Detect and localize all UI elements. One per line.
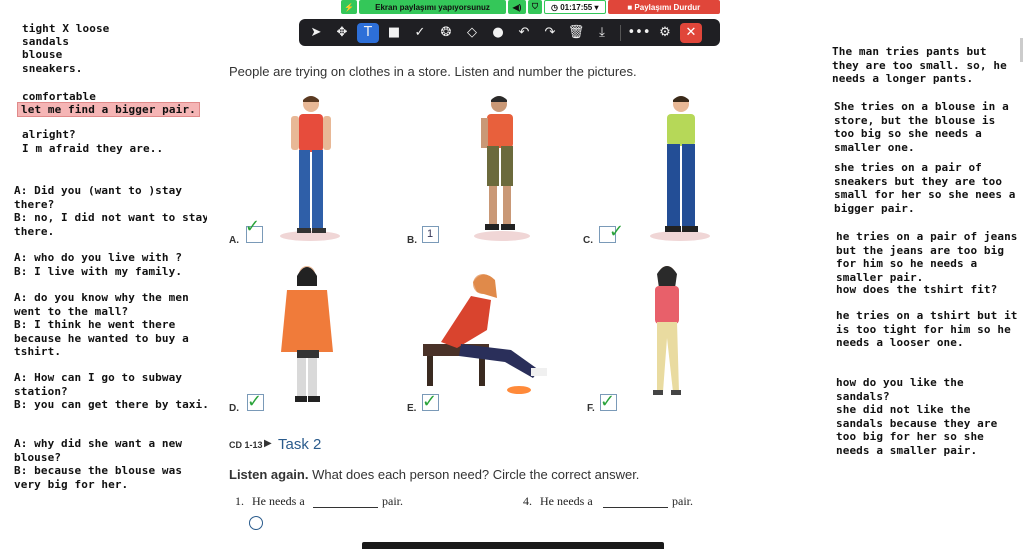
- share-timer[interactable]: ◷ 01:17:55 ▾: [543, 0, 606, 14]
- stop-sharing-button[interactable]: ■ Paylaşımı Durdur: [607, 0, 720, 14]
- note-bigger-pair-highlight: let me find a bigger pair.: [17, 102, 200, 117]
- note-tshirt-question: how does the tshirt fit?: [836, 283, 998, 296]
- q1-text-end: pair.: [382, 494, 403, 508]
- label-f: F.: [587, 403, 595, 414]
- note-pants: The man tries pants but they are too sma…: [832, 45, 1014, 85]
- check-mark-e: ✓: [422, 391, 438, 412]
- stop-icon: ■: [627, 2, 635, 12]
- check-icon[interactable]: ✓: [409, 23, 431, 43]
- worksheet-page: People are trying on clothes in a store.…: [207, 0, 826, 549]
- task-instruction: Listen again. What does each person need…: [229, 467, 639, 482]
- dot-icon[interactable]: ●: [487, 23, 509, 43]
- redo-icon[interactable]: ↷: [539, 23, 561, 43]
- check-mark-c: ✓: [609, 221, 625, 242]
- rectangle-icon[interactable]: ■: [383, 23, 405, 43]
- timer-value: 01:17:55: [560, 2, 593, 12]
- number-b: 1: [427, 228, 434, 240]
- note-dialog-blouse: A: why did she want a new blouse? B: bec…: [14, 437, 183, 491]
- figure-a-man-pants: [280, 96, 340, 241]
- note-dialog-stay: A: Did you (want to )stay there? B: no, …: [14, 184, 209, 238]
- annotation-toolbar: ➤ ✥ T ■ ✓ ❂ ◇ ● ↶ ↷ 🗑 ⤓ ••• ⚙ ✕: [299, 19, 720, 46]
- label-c: C.: [583, 235, 593, 246]
- note-sneakers-summary: she tries on a pair of sneakers but they…: [834, 161, 1023, 215]
- video-preview-strip[interactable]: [362, 542, 664, 549]
- task-instruction-rest: What does each person need? Circle the c…: [308, 467, 640, 482]
- check-mark-a: ✓: [245, 216, 261, 237]
- note-blouse-summary: She tries on a blouse in a store, but th…: [834, 100, 1016, 154]
- move-icon[interactable]: ✥: [331, 23, 353, 43]
- note-sandals-question: how do you like the sandals?: [836, 376, 971, 403]
- note-blouse: blouse: [22, 48, 63, 61]
- shield-icon[interactable]: ⛉: [528, 0, 542, 14]
- figure-d-woman-blouse: [281, 266, 333, 402]
- pointer-icon[interactable]: ➤: [305, 23, 327, 43]
- share-indicator-icon: ⚡: [341, 0, 357, 14]
- undo-icon[interactable]: ↶: [513, 23, 535, 43]
- q1-text-start: He needs a: [252, 494, 305, 508]
- note-comfortable: comfortable: [22, 90, 96, 103]
- note-sandals: sandals: [22, 35, 70, 48]
- note-afraid: I m afraid they are..: [22, 142, 164, 155]
- q4-text-start: He needs a: [540, 494, 593, 508]
- settings-icon[interactable]: ⚙: [654, 23, 676, 43]
- toolbar-divider: [620, 24, 621, 41]
- q1-blank[interactable]: [313, 507, 378, 508]
- chevron-down-icon: ▾: [592, 2, 599, 12]
- figure-b-man-shorts: [474, 96, 530, 241]
- trash-icon[interactable]: 🗑: [565, 23, 587, 43]
- q1-number: 1.: [235, 494, 244, 508]
- stop-sharing-label: Paylaşımı Durdur: [634, 2, 701, 12]
- answer-circle: [249, 516, 263, 530]
- stamp-icon[interactable]: ❂: [435, 23, 457, 43]
- check-mark-f: ✓: [600, 391, 616, 412]
- figure-e-woman-sneakers: [423, 274, 547, 394]
- screen-share-bar: ⚡ Ekran paylaşımı yapıyorsunuz ◀) ⛉ ◷ 01…: [341, 0, 720, 14]
- eraser-icon[interactable]: ◇: [461, 23, 483, 43]
- figure-f-woman-sandals: [653, 266, 681, 395]
- worksheet-instruction: People are trying on clothes in a store.…: [229, 64, 637, 79]
- note-dialog-mall: A: do you know why the men went to the m…: [14, 291, 189, 358]
- note-jeans-summary: he tries on a pair of jeans but the jean…: [836, 230, 1024, 284]
- label-b: B.: [407, 235, 417, 246]
- check-mark-d: ✓: [247, 391, 263, 412]
- clock-icon: ◷: [551, 2, 561, 12]
- label-d: D.: [229, 403, 239, 414]
- task-title: Task 2: [278, 436, 322, 453]
- figure-c-man-jeans: [650, 96, 710, 241]
- note-alright: alright?: [22, 128, 76, 141]
- play-icon: ▶: [264, 438, 272, 449]
- note-tshirt-summary: he tries on a tshirt but it is too tight…: [836, 309, 1024, 349]
- more-icon[interactable]: •••: [628, 23, 651, 43]
- download-icon[interactable]: ⤓: [591, 23, 613, 43]
- task-code: CD 1-13: [229, 440, 263, 450]
- q4-text-end: pair.: [672, 494, 693, 508]
- scrollbar[interactable]: [1020, 38, 1023, 62]
- note-sandals-summary: she did not like the sandals because the…: [836, 403, 1005, 457]
- task-instruction-bold: Listen again.: [229, 467, 309, 482]
- q4-number: 4.: [523, 494, 532, 508]
- q4-blank[interactable]: [603, 507, 668, 508]
- note-tight-loose: tight X loose: [22, 22, 110, 35]
- note-dialog-subway: A: How can I go to subway station? B: yo…: [14, 371, 209, 411]
- audio-icon[interactable]: ◀): [508, 0, 527, 14]
- text-icon[interactable]: T: [357, 22, 379, 43]
- sharing-status: Ekran paylaşımı yapıyorsunuz: [358, 0, 507, 14]
- close-icon[interactable]: ✕: [680, 22, 702, 43]
- note-sneakers: sneakers.: [22, 62, 83, 75]
- label-a: A.: [229, 235, 239, 246]
- note-dialog-live: A: who do you live with ? B: I live with…: [14, 251, 183, 278]
- label-e: E.: [407, 403, 417, 414]
